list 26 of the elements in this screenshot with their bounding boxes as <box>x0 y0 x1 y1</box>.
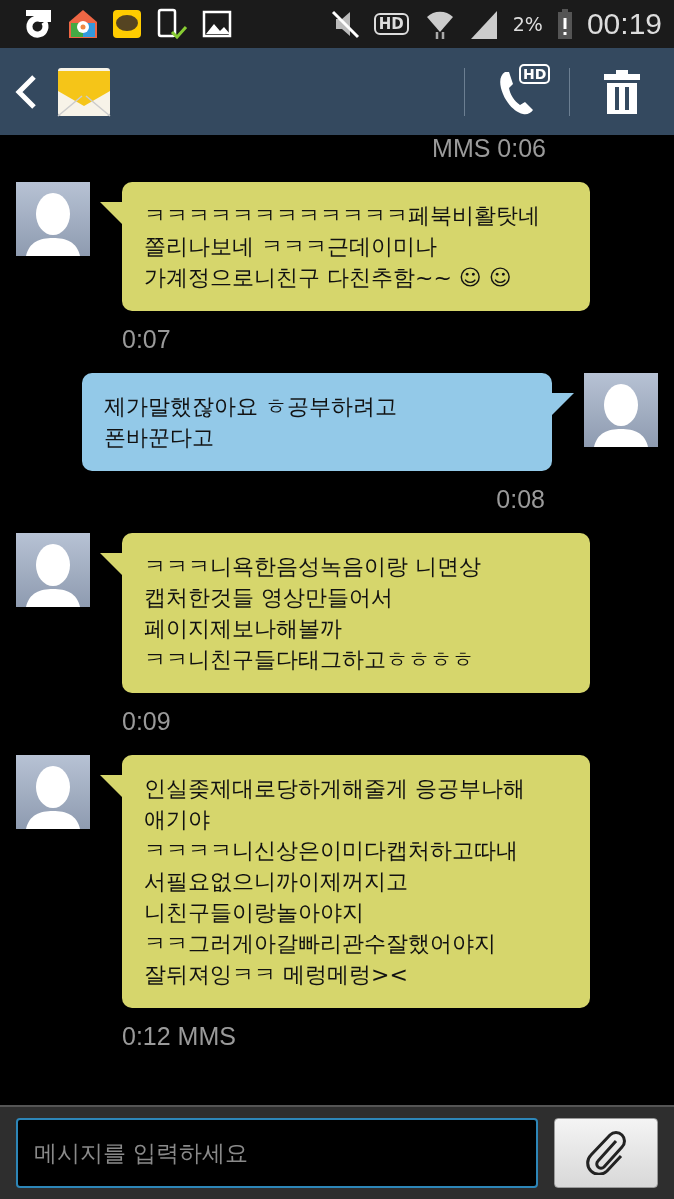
message-time: MMS 0:06 <box>432 135 546 162</box>
message-time: 0:08 <box>496 485 545 513</box>
back-icon <box>14 73 38 110</box>
message-input[interactable]: 메시지를 입력하세요 <box>16 1118 538 1188</box>
attach-button[interactable] <box>554 1118 658 1188</box>
paperclip-icon <box>586 1131 626 1175</box>
clock: 00:19 <box>586 7 662 41</box>
avatar-icon <box>16 755 90 829</box>
message-time: 0:12 MMS <box>122 1022 236 1050</box>
battery-icon <box>556 9 573 39</box>
home-app-icon <box>68 9 98 39</box>
signal-icon <box>468 9 499 39</box>
chat-app-icon <box>112 9 142 39</box>
mute-icon <box>329 9 360 39</box>
phone-check-icon <box>156 8 188 40</box>
avatar-icon <box>16 533 90 607</box>
battery-percent: 2% <box>512 13 543 35</box>
hd-call-button[interactable]: HD <box>465 48 569 135</box>
back-button[interactable] <box>14 73 38 110</box>
trash-icon <box>602 69 642 114</box>
image-icon <box>202 10 232 38</box>
message-time: 0:09 <box>122 707 171 735</box>
avatar-icon <box>584 373 658 447</box>
avatar-icon <box>16 182 90 256</box>
hd-voice-icon: HD <box>373 13 409 35</box>
message-time: 0:07 <box>122 325 171 353</box>
